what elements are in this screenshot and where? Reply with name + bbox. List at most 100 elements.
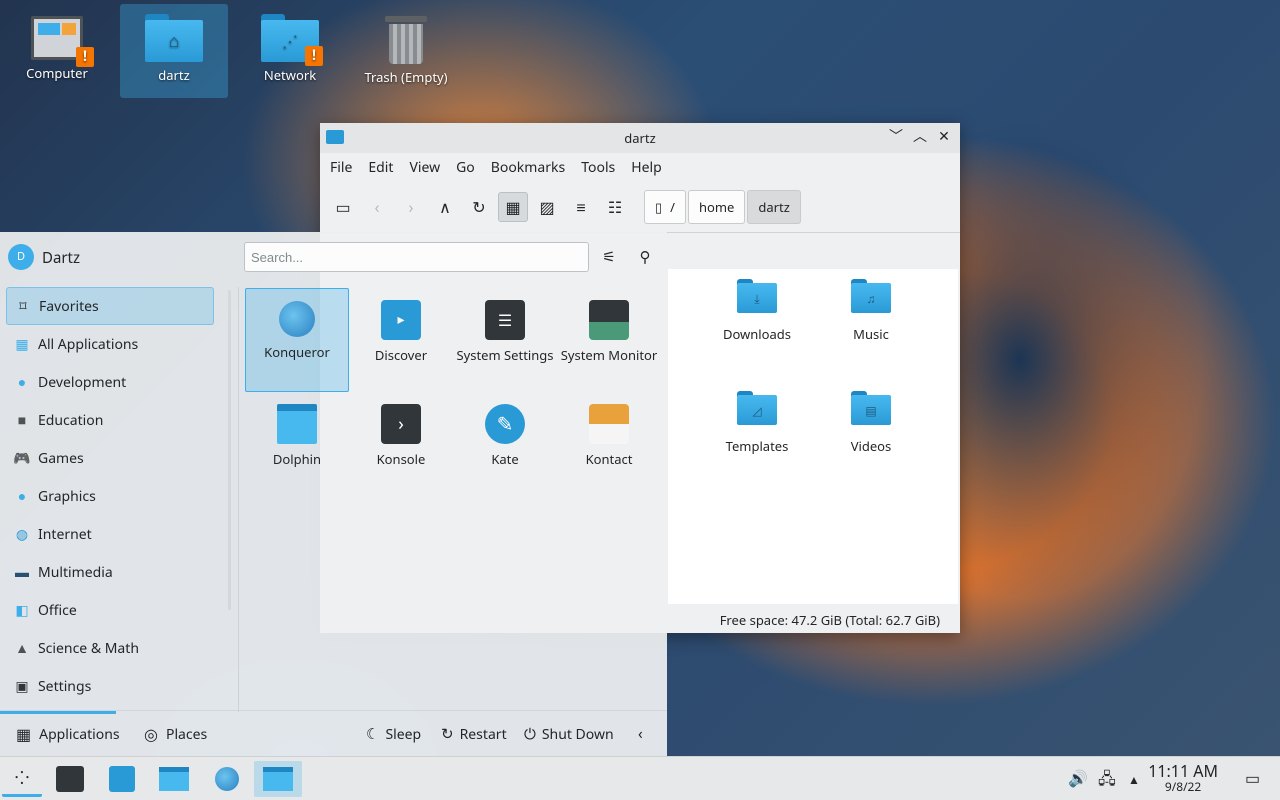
menu-file[interactable]: File xyxy=(322,158,360,177)
category-office[interactable]: ◧ Office xyxy=(6,591,214,629)
science-icon: ▲ xyxy=(15,638,29,658)
app-kontact[interactable]: Kontact xyxy=(557,392,661,496)
konsole-icon: › xyxy=(381,404,421,444)
app-system-monitor[interactable]: System Monitor xyxy=(557,288,661,392)
avatar[interactable]: D xyxy=(8,244,34,270)
reload-button[interactable]: ↻ xyxy=(464,192,494,222)
education-icon: ■ xyxy=(17,410,27,430)
menu-go[interactable]: Go xyxy=(448,158,483,177)
system-settings-icon xyxy=(56,766,84,792)
multimedia-icon: ▬ xyxy=(15,562,29,582)
minimize-button[interactable]: ﹀ xyxy=(886,127,906,147)
launcher-button[interactable]: ⁘ xyxy=(2,761,42,797)
preview-button[interactable]: ▨ xyxy=(532,192,562,222)
app-konqueror[interactable]: Konqueror xyxy=(245,288,349,392)
task-discover[interactable] xyxy=(102,761,142,797)
pin-icon[interactable]: ⚲ xyxy=(632,244,658,270)
chevron-left-icon: ‹ xyxy=(638,724,643,744)
tab-applications[interactable]: ▦ Applications xyxy=(16,711,120,757)
category-internet[interactable]: ◍ Internet xyxy=(6,515,214,553)
desktop-icon-home[interactable]: ⌂ dartz xyxy=(120,4,228,98)
app-dolphin[interactable]: Dolphin xyxy=(245,392,349,496)
sleep-button[interactable]: ☾ Sleep xyxy=(366,711,421,757)
compass-icon: ◎ xyxy=(144,723,158,745)
clock[interactable]: 11:11 AM 9/8/22 xyxy=(1148,762,1218,794)
icons-view-button[interactable]: ▦ xyxy=(498,191,528,222)
bookmark-icon: ⌑ xyxy=(19,296,27,316)
file-item-music[interactable]: ♫ Music xyxy=(816,279,926,343)
more-button[interactable]: ‹ xyxy=(638,711,649,757)
free-space-status: Free space: 47.2 GiB (Total: 62.7 GiB) xyxy=(719,611,940,629)
new-window-button[interactable]: ▭ xyxy=(328,192,358,222)
desktop-icon-network[interactable]: ⋰ ! Network xyxy=(236,4,344,98)
restart-icon: ↻ xyxy=(441,724,454,744)
file-view: ⤓ Downloads ♫ Music ◿ Templates ▤ Videos xyxy=(668,269,958,604)
category-all-applications[interactable]: ▦ All Applications xyxy=(6,325,214,363)
close-button[interactable]: ✕ xyxy=(934,127,954,147)
category-graphics[interactable]: ● Graphics xyxy=(6,477,214,515)
maximize-button[interactable]: ︿ xyxy=(910,127,930,147)
file-item-templates[interactable]: ◿ Templates xyxy=(702,391,812,455)
app-kate[interactable]: ✎ Kate xyxy=(453,392,557,496)
system-monitor-icon xyxy=(589,300,629,340)
file-item-downloads[interactable]: ⤓ Downloads xyxy=(702,279,812,343)
tab-places[interactable]: ◎ Places xyxy=(144,711,207,757)
app-system-settings[interactable]: ☰ System Settings xyxy=(453,288,557,392)
chevron-up-icon[interactable]: ▲ xyxy=(1128,771,1140,788)
app-konsole[interactable]: › Konsole xyxy=(349,392,453,496)
system-settings-icon: ☰ xyxy=(485,300,525,340)
menu-edit[interactable]: Edit xyxy=(360,158,401,177)
task-dolphin-window[interactable] xyxy=(254,761,302,797)
file-item-videos[interactable]: ▤ Videos xyxy=(816,391,926,455)
desktop-icon-trash[interactable]: Trash (Empty) xyxy=(352,4,460,98)
templates-folder-icon: ◿ xyxy=(737,391,777,425)
task-dolphin[interactable] xyxy=(154,761,194,797)
compact-view-button[interactable]: ≡ xyxy=(566,192,596,222)
details-view-button[interactable]: ☷ xyxy=(600,192,630,222)
category-multimedia[interactable]: ▬ Multimedia xyxy=(6,553,214,591)
downloads-folder-icon: ⤓ xyxy=(737,279,777,313)
menu-help[interactable]: Help xyxy=(623,158,670,177)
category-education[interactable]: ■ Education xyxy=(6,401,214,439)
category-science-math[interactable]: ▲ Science & Math xyxy=(6,629,214,667)
show-desktop-icon[interactable]: ▭ xyxy=(1245,767,1260,789)
category-development[interactable]: ● Development xyxy=(6,363,214,401)
konqueror-icon xyxy=(279,301,315,337)
forward-button[interactable]: › xyxy=(396,192,426,222)
breadcrumb-dartz[interactable]: dartz xyxy=(747,189,801,224)
volume-icon[interactable]: 🔊 xyxy=(1068,767,1088,789)
category-settings[interactable]: ▣ Settings xyxy=(6,667,214,705)
window-titlebar[interactable]: dartz ﹀ ︿ ✕ xyxy=(320,123,960,153)
app-discover[interactable]: ▸ Discover xyxy=(349,288,453,392)
restart-button[interactable]: ↻ Restart xyxy=(441,711,507,757)
network-icon[interactable]: 🖧 xyxy=(1098,767,1116,795)
music-folder-icon: ♫ xyxy=(851,279,891,313)
menu-tools[interactable]: Tools xyxy=(573,158,623,177)
search-input[interactable] xyxy=(244,242,589,272)
menu-view[interactable]: View xyxy=(401,158,448,177)
divider xyxy=(238,287,239,712)
back-button[interactable]: ‹ xyxy=(362,192,392,222)
toolbar: ▭ ‹ › ∧ ↻ ▦ ▨ ≡ ☷ ▯ / home dartz xyxy=(320,181,960,233)
desktop-icon-label: dartz xyxy=(158,66,190,84)
shutdown-button[interactable]: ⏻ Shut Down xyxy=(524,711,614,757)
breadcrumb-home[interactable]: home xyxy=(688,189,746,224)
menu-bookmarks[interactable]: Bookmarks xyxy=(483,158,573,177)
category-games[interactable]: 🎮 Games xyxy=(6,439,214,477)
breadcrumb-root[interactable]: ▯ / xyxy=(644,189,686,224)
trash-icon xyxy=(385,12,427,64)
configure-icon[interactable]: ⚟ xyxy=(596,244,622,270)
category-favorites[interactable]: ⌑ Favorites xyxy=(6,287,214,325)
drive-icon: ▯ xyxy=(655,197,663,216)
task-konqueror[interactable] xyxy=(207,761,247,797)
category-scrollbar[interactable] xyxy=(228,290,231,610)
gamepad-icon: 🎮 xyxy=(13,448,31,468)
file-name: Downloads xyxy=(722,325,792,343)
kontact-icon xyxy=(589,404,629,444)
desktop-icon-label: Trash (Empty) xyxy=(364,68,448,86)
up-button[interactable]: ∧ xyxy=(430,192,460,222)
file-name: Templates xyxy=(725,437,789,455)
desktop-icon-computer[interactable]: ! Computer xyxy=(3,4,111,98)
task-system-settings[interactable] xyxy=(50,761,90,797)
category-list: ⌑ Favorites ▦ All Applications ● Developmen… xyxy=(6,287,214,705)
